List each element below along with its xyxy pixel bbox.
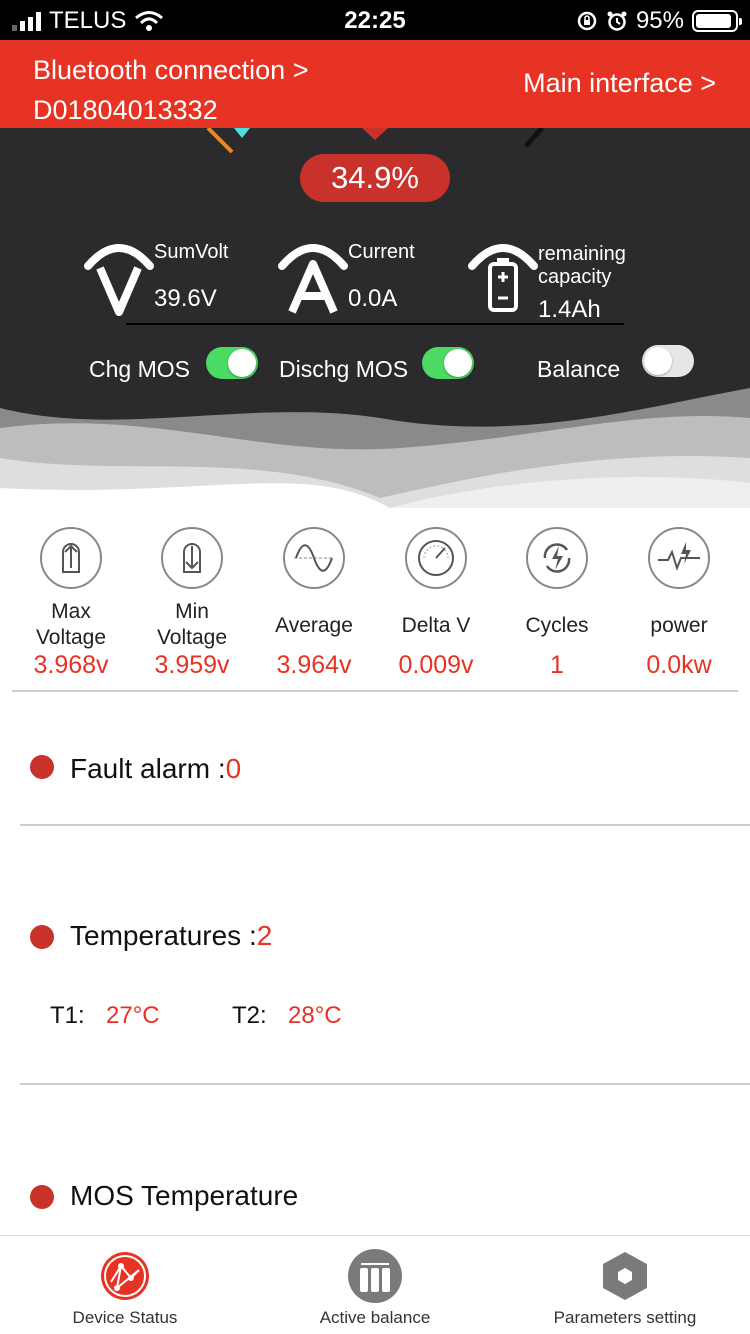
stat-label: Delta V	[401, 614, 471, 637]
stat-value: 0.0kw	[646, 651, 712, 679]
stat-label: Max Voltage	[35, 600, 107, 649]
active-balance-icon	[348, 1249, 402, 1303]
stats-divider	[12, 690, 738, 692]
state-of-charge-percent: 34.9%	[300, 154, 450, 202]
status-bar: TELUS 22:25 95%	[0, 0, 750, 40]
stat-label: Average	[275, 614, 353, 637]
tab-parameters-setting[interactable]: Parameters setting	[500, 1236, 750, 1334]
t1-value: 27°C	[106, 1002, 160, 1029]
connection-header: Bluetooth connection > D01804013332 Main…	[0, 40, 750, 128]
fault-alarm-dot	[30, 755, 54, 779]
current-value: 0.0A	[348, 285, 398, 312]
stat-label: power	[650, 614, 708, 637]
voltage-icon	[84, 244, 154, 316]
balance-toggle[interactable]	[642, 345, 694, 377]
tab-active-balance[interactable]: Active balance	[250, 1236, 500, 1334]
chg-mos-label: Chg MOS	[89, 356, 190, 382]
stat-value: 3.959v	[154, 651, 230, 679]
temperatures-title: Temperatures :2	[70, 920, 273, 951]
stat-delta-v: Delta V 0.009v	[381, 527, 491, 679]
battery-overview-panel: 34.9% SumVolt 39.6V Current 0.0A remaini…	[0, 128, 750, 508]
fault-alarm-count: 0	[225, 753, 242, 784]
current-icon	[278, 244, 348, 314]
metrics-divider	[126, 323, 624, 325]
mos-temperature-title: MOS Temperature	[70, 1180, 299, 1211]
temperatures-divider	[20, 1083, 750, 1085]
capacity-label-line1: remaining	[538, 243, 626, 265]
dischg-mos-label: Dischg MOS	[279, 356, 409, 382]
fault-alarm-title: Fault alarm :0	[70, 753, 242, 784]
capacity-label-line2: capacity	[538, 266, 612, 288]
tab-label: Parameters setting	[553, 1308, 697, 1327]
alarm-icon	[607, 11, 627, 31]
t2-label: T2:	[232, 1002, 267, 1029]
temperatures-count: 2	[256, 920, 273, 951]
bottom-tab-bar: Device Status Active balance Parameters …	[0, 1235, 750, 1334]
tab-device-status[interactable]: Device Status	[0, 1236, 250, 1334]
chg-mos-toggle[interactable]	[206, 347, 258, 379]
stat-cycles: Cycles 1	[502, 527, 612, 679]
device-status-icon	[101, 1252, 149, 1300]
rotation-lock-icon	[577, 11, 597, 31]
stat-power: power 0.0kw	[624, 527, 734, 679]
sumvolt-label: SumVolt	[154, 241, 229, 263]
stat-value: 3.964v	[276, 651, 352, 679]
tab-label: Active balance	[319, 1308, 431, 1327]
temperatures-dot	[30, 925, 54, 949]
hexagon-settings-icon	[603, 1252, 647, 1300]
stat-average: Average 3.964v	[259, 527, 369, 679]
wave-decoration	[0, 388, 750, 508]
t1-label: T1:	[50, 1002, 85, 1029]
sumvolt-value: 39.6V	[154, 285, 217, 312]
remaining-capacity-icon	[468, 244, 538, 312]
stat-max-voltage: Max Voltage 3.968v	[16, 527, 126, 679]
dischg-mos-toggle[interactable]	[422, 347, 474, 379]
stat-label: Min Voltage	[156, 600, 228, 649]
bluetooth-label: Bluetooth connection >	[33, 55, 309, 85]
bms-app-screen: TELUS 22:25 95% Bluetooth connection > D…	[0, 0, 750, 1334]
tab-label: Device Status	[72, 1308, 178, 1327]
gauge-icon	[405, 527, 467, 589]
stat-value: 3.968v	[33, 651, 109, 679]
sine-wave-icon	[283, 527, 345, 589]
arrow-down-icon	[161, 527, 223, 589]
bluetooth-connection-link[interactable]: Bluetooth connection > D01804013332	[33, 50, 308, 130]
remaining-capacity-value: 1.4Ah	[538, 296, 601, 323]
mos-temperature-dot	[30, 1185, 54, 1209]
fault-divider	[20, 824, 750, 826]
battery-percent: 95%	[635, 7, 684, 34]
stat-value: 0.009v	[398, 651, 474, 679]
stat-min-voltage: Min Voltage 3.959v	[137, 527, 247, 679]
t2-value: 28°C	[288, 1002, 342, 1029]
main-interface-link[interactable]: Main interface >	[523, 68, 716, 99]
cycle-bolt-icon	[526, 527, 588, 589]
battery-icon	[692, 10, 742, 32]
balance-label: Balance	[537, 356, 621, 382]
pulse-bolt-icon	[648, 527, 710, 589]
stat-value: 1	[550, 651, 564, 679]
stat-label: Cycles	[525, 614, 589, 637]
current-label: Current	[348, 241, 415, 263]
arrow-up-icon	[40, 527, 102, 589]
remaining-capacity-label: remaining capacity	[538, 243, 626, 289]
device-id: D01804013332	[33, 95, 218, 125]
